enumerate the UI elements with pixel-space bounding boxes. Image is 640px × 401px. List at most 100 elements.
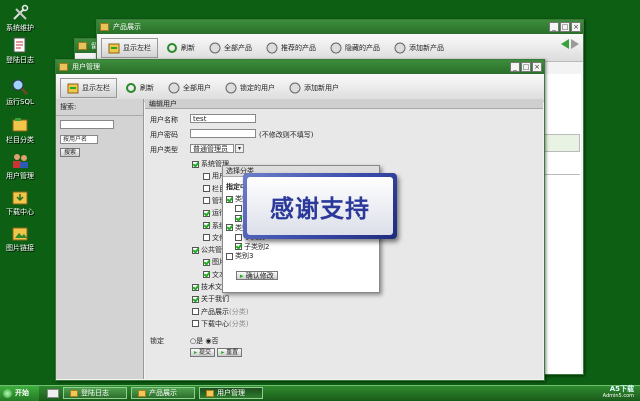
all-products-icon: [209, 42, 221, 53]
permission-label: 下载中心: [201, 319, 229, 328]
permission-checkbox[interactable]: [192, 283, 199, 291]
permission-checkbox[interactable]: [203, 258, 210, 266]
arrow-icon: ▸: [240, 272, 244, 280]
submit-button[interactable]: ▸ 提交: [190, 348, 215, 357]
show-sidebar-icon: [108, 43, 120, 53]
user-add-button[interactable]: 添加新用户: [283, 79, 345, 97]
category-checkbox[interactable]: [226, 195, 233, 203]
recommend-icon: [266, 42, 278, 53]
desktop-icon-image-link[interactable]: 图片链接: [2, 224, 38, 253]
user-type-select[interactable]: 普通管理员: [190, 144, 234, 153]
permission-item[interactable]: 下载中心(分类): [192, 319, 248, 329]
category-checkbox[interactable]: [235, 243, 242, 250]
tools-icon: [13, 4, 29, 20]
folder-icon: [70, 389, 78, 397]
hidden-icon: [330, 42, 342, 53]
category-checkbox[interactable]: [235, 214, 242, 222]
show-desktop-icon[interactable]: [47, 388, 59, 398]
desktop-icon-run-sql[interactable]: 运行SQL: [2, 78, 38, 107]
back-arrow-icon[interactable]: [561, 39, 569, 49]
permission-checkbox[interactable]: [192, 295, 199, 303]
product-show-sidebar-button[interactable]: 显示左栏: [101, 37, 158, 58]
task-product[interactable]: 产品展示: [131, 387, 195, 399]
thanks-banner: 感谢支持: [243, 173, 397, 239]
permission-checkbox[interactable]: [192, 320, 199, 328]
permission-checkbox[interactable]: [192, 160, 199, 168]
maximize-button[interactable]: □: [521, 62, 531, 72]
maximize-button[interactable]: □: [560, 22, 570, 32]
desktop-icon-system[interactable]: 系统维护: [2, 4, 38, 33]
password-field[interactable]: [190, 129, 256, 138]
permission-checkbox[interactable]: [192, 308, 199, 316]
permission-label: 关于我们: [201, 295, 229, 304]
refresh-icon: [126, 82, 136, 93]
product-toolbar: 显示左栏 刷新 全部产品 推荐的产品 隐藏的产品 添加新产品: [97, 34, 583, 62]
task-login-log[interactable]: 登陆日志: [63, 387, 127, 399]
permission-checkbox[interactable]: [203, 185, 210, 193]
user-window-title: 用户管理: [72, 63, 100, 71]
taskbar: 开始 登陆日志 产品展示 用户管理 A5下载 Admin5.com: [0, 385, 640, 401]
banner-text: 感谢支持: [247, 177, 393, 235]
popup-category-item[interactable]: 子类别2: [235, 242, 269, 252]
user-toolbar: 显示左栏 刷新 全部用户 锁定的用户 添加新用户: [56, 74, 544, 102]
start-button[interactable]: 开始: [0, 385, 39, 401]
task-user-manage[interactable]: 用户管理: [199, 387, 263, 399]
permission-item[interactable]: 产品展示(分类): [192, 307, 248, 317]
product-all-button[interactable]: 全部产品: [203, 39, 258, 57]
permission-checkbox[interactable]: [203, 209, 210, 217]
permission-checkbox[interactable]: [203, 197, 210, 205]
search-input[interactable]: [60, 120, 114, 129]
product-add-button[interactable]: 添加新产品: [388, 39, 450, 57]
desktop-icon-users[interactable]: 用户管理: [2, 152, 38, 181]
user-refresh-button[interactable]: 刷新: [119, 79, 160, 97]
permission-note: (分类): [229, 307, 249, 316]
search-panel: 搜索: 按用户名 搜索: [56, 99, 144, 379]
forward-arrow-icon[interactable]: [571, 39, 579, 49]
desktop-icon-category[interactable]: 栏目分类: [2, 116, 38, 145]
desktop-icon-download[interactable]: 下载中心: [2, 188, 38, 217]
username-label: 用户名称: [150, 116, 178, 124]
desktop-icon-login-log[interactable]: 登陆日志: [2, 36, 38, 65]
category-checkbox[interactable]: [235, 205, 242, 212]
permission-item[interactable]: 关于我们: [192, 294, 229, 304]
minimize-button[interactable]: _: [549, 22, 559, 32]
category-checkbox[interactable]: [226, 252, 233, 260]
close-button[interactable]: ×: [532, 62, 542, 72]
brand-logo: A5下载 Admin5.com: [602, 385, 634, 400]
product-hidden-button[interactable]: 隐藏的产品: [324, 39, 386, 57]
all-users-icon: [168, 82, 180, 93]
popup-category-item[interactable]: 类别3: [226, 251, 253, 261]
arrow-icon: ▸: [194, 349, 198, 356]
user-locked-button[interactable]: 锁定的用户: [219, 79, 281, 97]
search-field-select[interactable]: 按用户名: [60, 135, 98, 144]
users-icon: [13, 154, 28, 168]
permission-checkbox[interactable]: [203, 172, 210, 180]
permission-checkbox[interactable]: [203, 222, 210, 229]
confirm-button[interactable]: ▸ 确认修改: [236, 271, 278, 280]
category-checkbox[interactable]: [226, 224, 233, 231]
permission-checkbox[interactable]: [192, 246, 199, 254]
permission-checkbox[interactable]: [203, 271, 210, 279]
product-window-title: 产品展示: [113, 23, 141, 31]
image-link-icon: [12, 227, 28, 241]
reset-button[interactable]: ▸ 重置: [217, 348, 243, 357]
search-button[interactable]: 搜索: [60, 148, 81, 157]
user-window-titlebar[interactable]: 用户管理 _ □ ×: [56, 60, 544, 74]
form-heading: 编辑用户: [145, 99, 543, 109]
product-window-titlebar[interactable]: 产品展示 _ □ ×: [97, 20, 583, 34]
refresh-icon: [167, 42, 177, 53]
product-refresh-button[interactable]: 刷新: [160, 39, 201, 57]
folder-icon: [100, 23, 109, 31]
category-checkbox[interactable]: [235, 233, 242, 241]
username-field[interactable]: test: [190, 114, 256, 123]
add-user-icon: [289, 82, 301, 93]
content-cell: [544, 134, 580, 152]
user-show-sidebar-button[interactable]: 显示左栏: [60, 77, 117, 98]
user-all-button[interactable]: 全部用户: [162, 79, 217, 97]
product-content-area: [543, 74, 581, 374]
permission-checkbox[interactable]: [203, 234, 210, 242]
close-button[interactable]: ×: [571, 22, 581, 32]
minimize-button[interactable]: _: [510, 62, 520, 72]
chevron-down-icon[interactable]: ▾: [235, 144, 244, 153]
product-recommend-button[interactable]: 推荐的产品: [260, 39, 322, 57]
